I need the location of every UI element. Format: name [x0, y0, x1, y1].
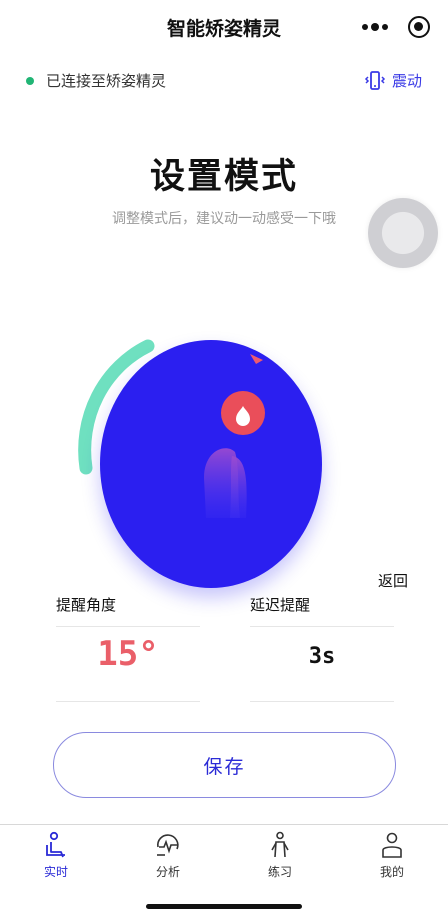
navigation-bar: 智能矫姿精灵 — [0, 0, 448, 56]
home-indicator — [146, 904, 302, 909]
vibrate-toggle[interactable]: 震动 — [364, 70, 422, 91]
back-link[interactable]: 返回 — [378, 570, 408, 591]
tab-exercise-label: 练习 — [267, 865, 292, 879]
connection-text: 已连接至矫姿精灵 — [46, 72, 167, 90]
reminder-angle-label: 提醒角度 — [56, 596, 117, 614]
reminder-angle-setting[interactable]: 提醒角度 15° — [56, 590, 200, 702]
delay-reminder-label: 延迟提醒 — [250, 596, 311, 614]
divider — [250, 701, 394, 702]
divider — [250, 626, 394, 627]
posture-dial[interactable] — [60, 318, 370, 608]
exercise-icon — [271, 831, 289, 858]
settings-panel: 提醒角度 15° 延迟提醒 3s — [56, 590, 394, 702]
tab-bar: 实时 分析 练习 我的 — [0, 824, 448, 914]
reminder-angle-value[interactable]: 15° — [56, 634, 200, 674]
tab-profile-label: 我的 — [379, 865, 404, 879]
divider — [56, 701, 200, 702]
delay-reminder-value[interactable]: 3s — [250, 644, 394, 669]
posture-figure-icon — [204, 354, 265, 518]
connection-status: 已连接至矫姿精灵 — [26, 70, 166, 91]
seated-person-icon — [46, 831, 65, 858]
tab-exercise[interactable]: 练习 — [240, 831, 320, 880]
connection-dot-icon — [26, 76, 34, 85]
save-button[interactable]: 保存 — [53, 732, 396, 798]
analysis-icon — [157, 834, 179, 856]
divider — [56, 626, 200, 627]
tab-realtime-label: 实时 — [43, 865, 68, 879]
close-mini-program-icon[interactable] — [408, 16, 430, 38]
phone-vibrate-icon — [364, 70, 386, 90]
delay-reminder-setting[interactable]: 延迟提醒 3s — [250, 590, 394, 702]
more-menu-icon[interactable] — [362, 23, 388, 31]
mini-program-capsule — [352, 10, 436, 44]
vibrate-label: 震动 — [391, 72, 422, 90]
page-title: 设置模式 — [149, 157, 298, 197]
tab-analysis-label: 分析 — [155, 865, 180, 879]
floating-action-button[interactable] — [368, 198, 438, 268]
tab-analysis[interactable]: 分析 — [128, 831, 208, 880]
tab-realtime[interactable]: 实时 — [16, 831, 96, 880]
tab-profile[interactable]: 我的 — [352, 831, 432, 880]
profile-icon — [382, 832, 402, 858]
